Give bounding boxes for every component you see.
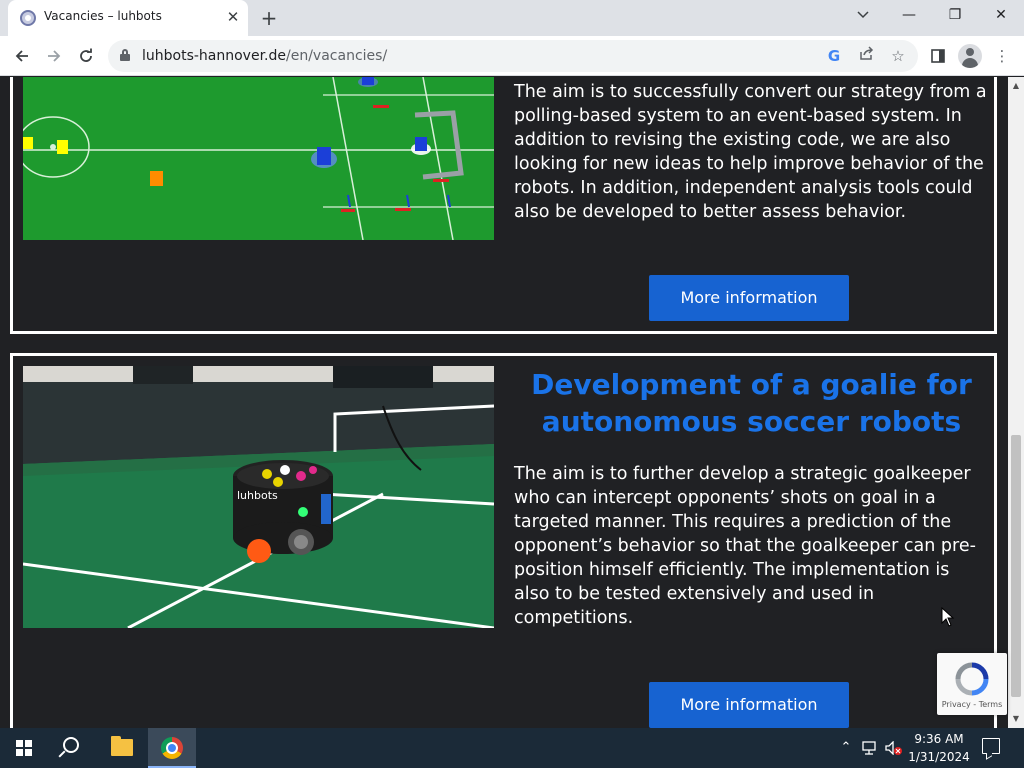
vacancy-card-goalie: luhbots Development of a goalie for auto…: [10, 353, 997, 728]
lock-icon: [120, 49, 130, 61]
minimize-button[interactable]: —: [886, 0, 932, 30]
folder-icon: [111, 736, 133, 756]
share-icon[interactable]: [856, 46, 876, 66]
bookmark-star-icon[interactable]: ☆: [888, 46, 908, 66]
vacancy-card-event-based: The aim is to successfully convert our s…: [10, 77, 997, 334]
page-viewport: The aim is to successfully convert our s…: [0, 77, 1008, 728]
page-scrollbar[interactable]: ▲ ▼: [1008, 77, 1024, 728]
windows-taskbar: ⌃ 9:36 AM 1/31/2024: [0, 728, 1024, 768]
recaptcha-privacy-terms-links[interactable]: Privacy - Terms: [937, 700, 1007, 709]
file-explorer-button[interactable]: [98, 728, 146, 768]
recaptcha-badge[interactable]: Privacy - Terms: [937, 653, 1007, 715]
url-text: luhbots-hannover.de/en/vacancies/: [142, 48, 387, 64]
chrome-taskbar-button[interactable]: [148, 728, 196, 768]
taskbar-search-button[interactable]: [48, 728, 96, 768]
chevron-down-icon: [857, 11, 869, 19]
more-information-button[interactable]: More information: [649, 682, 849, 728]
volume-muted-icon[interactable]: [884, 738, 904, 762]
chrome-icon: [161, 737, 183, 759]
search-icon: [63, 737, 79, 753]
windows-logo-icon: [16, 740, 32, 756]
robot-photo: luhbots: [23, 366, 494, 628]
tab-close-icon[interactable]: ✕: [222, 6, 244, 28]
start-button[interactable]: [0, 728, 48, 768]
reload-button[interactable]: [72, 42, 100, 70]
forward-button[interactable]: [40, 42, 68, 70]
back-button[interactable]: [8, 42, 36, 70]
network-icon[interactable]: [860, 738, 880, 762]
close-window-button[interactable]: ✕: [978, 0, 1024, 30]
robot-luhbots-label: luhbots: [237, 489, 278, 502]
recaptcha-icon: [955, 662, 989, 696]
site-favicon-icon: [20, 10, 36, 26]
scroll-up-arrow-icon[interactable]: ▲: [1008, 79, 1024, 93]
robot-soccer-simulation-image: [23, 77, 494, 240]
clock-time: 9:36 AM: [914, 732, 964, 746]
taskbar-clock[interactable]: 9:36 AM 1/31/2024: [906, 730, 972, 766]
address-bar[interactable]: luhbots-hannover.de/en/vacancies/ G ☆: [108, 40, 918, 72]
arrow-right-icon: [48, 50, 61, 62]
more-information-button[interactable]: More information: [649, 275, 849, 321]
menu-kebab-icon[interactable]: ⋮: [990, 44, 1014, 68]
reload-icon: [80, 48, 92, 62]
tab-search-button[interactable]: [840, 0, 886, 30]
profile-avatar-icon[interactable]: [958, 44, 982, 68]
tab-title: Vacancies – luhbots: [44, 9, 162, 23]
url-host: luhbots-hannover.de: [142, 48, 287, 64]
vacancy-description: The aim is to further develop a strategi…: [514, 464, 976, 628]
url-path: /en/vacancies/: [286, 48, 388, 64]
browser-tab-bar: Vacancies – luhbots ✕ + — ❐ ✕: [0, 0, 1024, 36]
side-panel-icon[interactable]: [926, 44, 950, 68]
tray-overflow-chevron-icon[interactable]: ⌃: [836, 738, 856, 758]
arrow-left-icon: [15, 50, 28, 62]
new-tab-button[interactable]: +: [256, 5, 282, 31]
browser-toolbar: luhbots-hannover.de/en/vacancies/ G ☆ ⋮: [0, 36, 1024, 76]
mouse-cursor-icon: [941, 607, 955, 627]
scroll-thumb[interactable]: [1011, 435, 1021, 697]
notification-center-icon[interactable]: [982, 738, 1000, 754]
simulation-screenshot: [23, 77, 494, 240]
clock-date: 1/31/2024: [908, 750, 970, 764]
vacancy-description: The aim is to successfully convert our s…: [514, 82, 987, 222]
browser-tab[interactable]: Vacancies – luhbots ✕: [8, 0, 248, 36]
restore-button[interactable]: ❐: [932, 0, 978, 30]
vacancy-title[interactable]: Development of a goalie for autonomous s…: [514, 366, 989, 440]
soccer-robot-photo: luhbots: [23, 366, 494, 628]
google-icon[interactable]: G: [824, 46, 844, 66]
scroll-down-arrow-icon[interactable]: ▼: [1008, 712, 1024, 726]
